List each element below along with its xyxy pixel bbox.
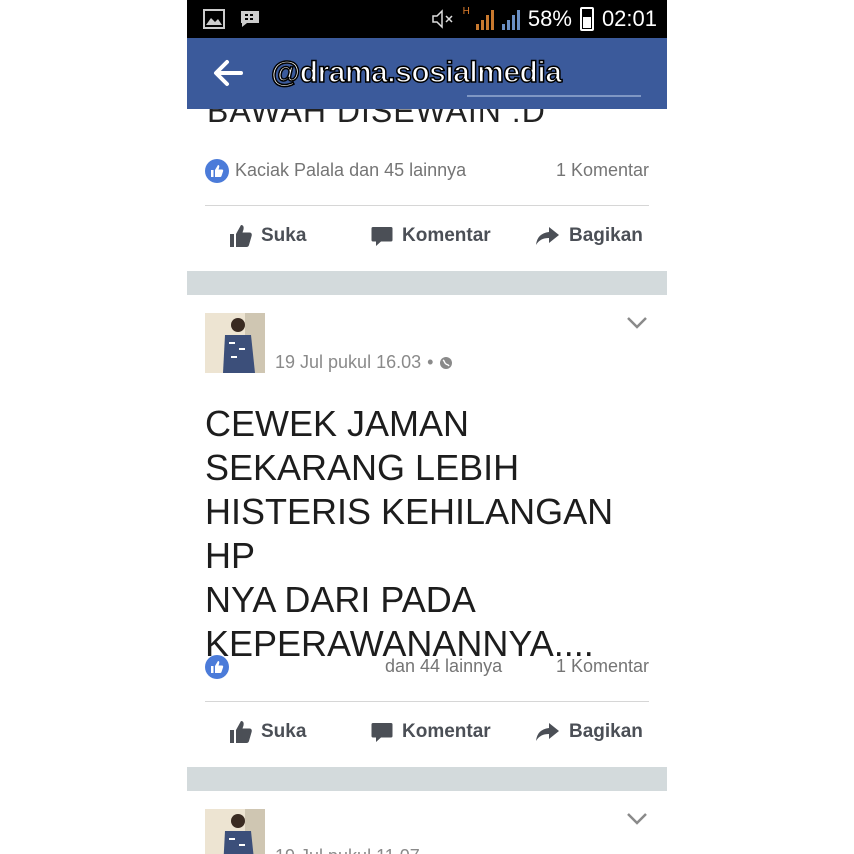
like-badge-icon (205, 655, 229, 679)
chevron-down-icon[interactable] (625, 811, 649, 827)
post-text-line: CEWEK JAMAN (205, 403, 470, 444)
back-arrow-icon[interactable] (211, 58, 245, 88)
like-button[interactable]: Suka (229, 720, 306, 744)
post2-reactions[interactable]: dan 44 lainnya 1 Komentar (205, 654, 649, 684)
post1-actions: Suka Komentar Bagikan (205, 218, 649, 258)
avatar[interactable] (205, 809, 265, 854)
timestamp-text: 19 Jul pukul 11.07 (275, 846, 420, 854)
reactions-text[interactable]: dan 44 lainnya (385, 656, 502, 677)
thumbs-up-icon (230, 721, 252, 743)
share-button[interactable]: Bagikan (535, 224, 643, 248)
share-button[interactable]: Bagikan (535, 720, 643, 744)
app-bar: @drama.sosialmedia (187, 38, 667, 109)
signal-strength-icon-1 (475, 8, 494, 30)
post2-actions: Suka Komentar Bagikan (205, 714, 649, 754)
globe-icon (440, 356, 453, 369)
comment-button[interactable]: Komentar (370, 720, 491, 744)
watermark-handle: @drama.sosialmedia (270, 55, 562, 90)
comments-count[interactable]: 1 Komentar (556, 656, 649, 677)
network-type-h: H (462, 5, 470, 17)
comment-label: Komentar (402, 721, 491, 742)
divider (205, 205, 649, 206)
chevron-down-icon[interactable] (625, 315, 649, 331)
signal-strength-icon-2 (501, 8, 520, 30)
share-arrow-icon (536, 723, 559, 741)
battery-icon (579, 7, 594, 31)
comment-bubble-icon (371, 227, 393, 246)
battery-percent: 58% (527, 6, 572, 31)
divider (205, 701, 649, 702)
timestamp-text: 19 Jul pukul 16.03 (275, 352, 422, 372)
like-label: Suka (261, 721, 307, 742)
post-text-line: HISTERIS KEHILANGAN HP (205, 491, 614, 576)
bbm-notification-icon (241, 11, 259, 27)
feed-separator (187, 767, 667, 791)
clock: 02:01 (601, 6, 657, 31)
like-badge-icon (205, 159, 229, 183)
timestamp-dot: • (427, 352, 434, 372)
reactions-text[interactable]: Kaciak Palala dan 45 lainnya (235, 160, 466, 181)
feed-separator (187, 271, 667, 295)
post-text-line: NYA DARI PADA (205, 579, 476, 620)
phone-screen: H 58% 02:01 BAWAH DISEWAIN :D @drama.sos… (187, 0, 667, 854)
comments-count[interactable]: 1 Komentar (556, 160, 649, 181)
share-label: Bagikan (569, 721, 643, 742)
post-timestamp[interactable]: 19 Jul pukul 11.07 (275, 846, 420, 854)
search-underline (467, 95, 641, 97)
comment-label: Komentar (402, 225, 491, 246)
like-button[interactable]: Suka (229, 224, 306, 248)
gallery-notification-icon (203, 9, 225, 29)
comment-button[interactable]: Komentar (370, 224, 491, 248)
status-bar: H 58% 02:01 (187, 0, 667, 38)
share-label: Bagikan (569, 225, 643, 246)
mute-icon (431, 9, 453, 29)
avatar[interactable] (205, 313, 265, 373)
post-text-line: SEKARANG LEBIH (205, 447, 520, 488)
thumbs-up-icon (230, 225, 252, 247)
post1-reactions[interactable]: Kaciak Palala dan 45 lainnya 1 Komentar (205, 158, 649, 188)
post-timestamp[interactable]: 19 Jul pukul 16.03 • (275, 352, 453, 373)
post-text: CEWEK JAMAN SEKARANG LEBIH HISTERIS KEHI… (205, 402, 655, 666)
comment-bubble-icon (371, 723, 393, 742)
like-label: Suka (261, 225, 307, 246)
share-arrow-icon (536, 227, 559, 245)
